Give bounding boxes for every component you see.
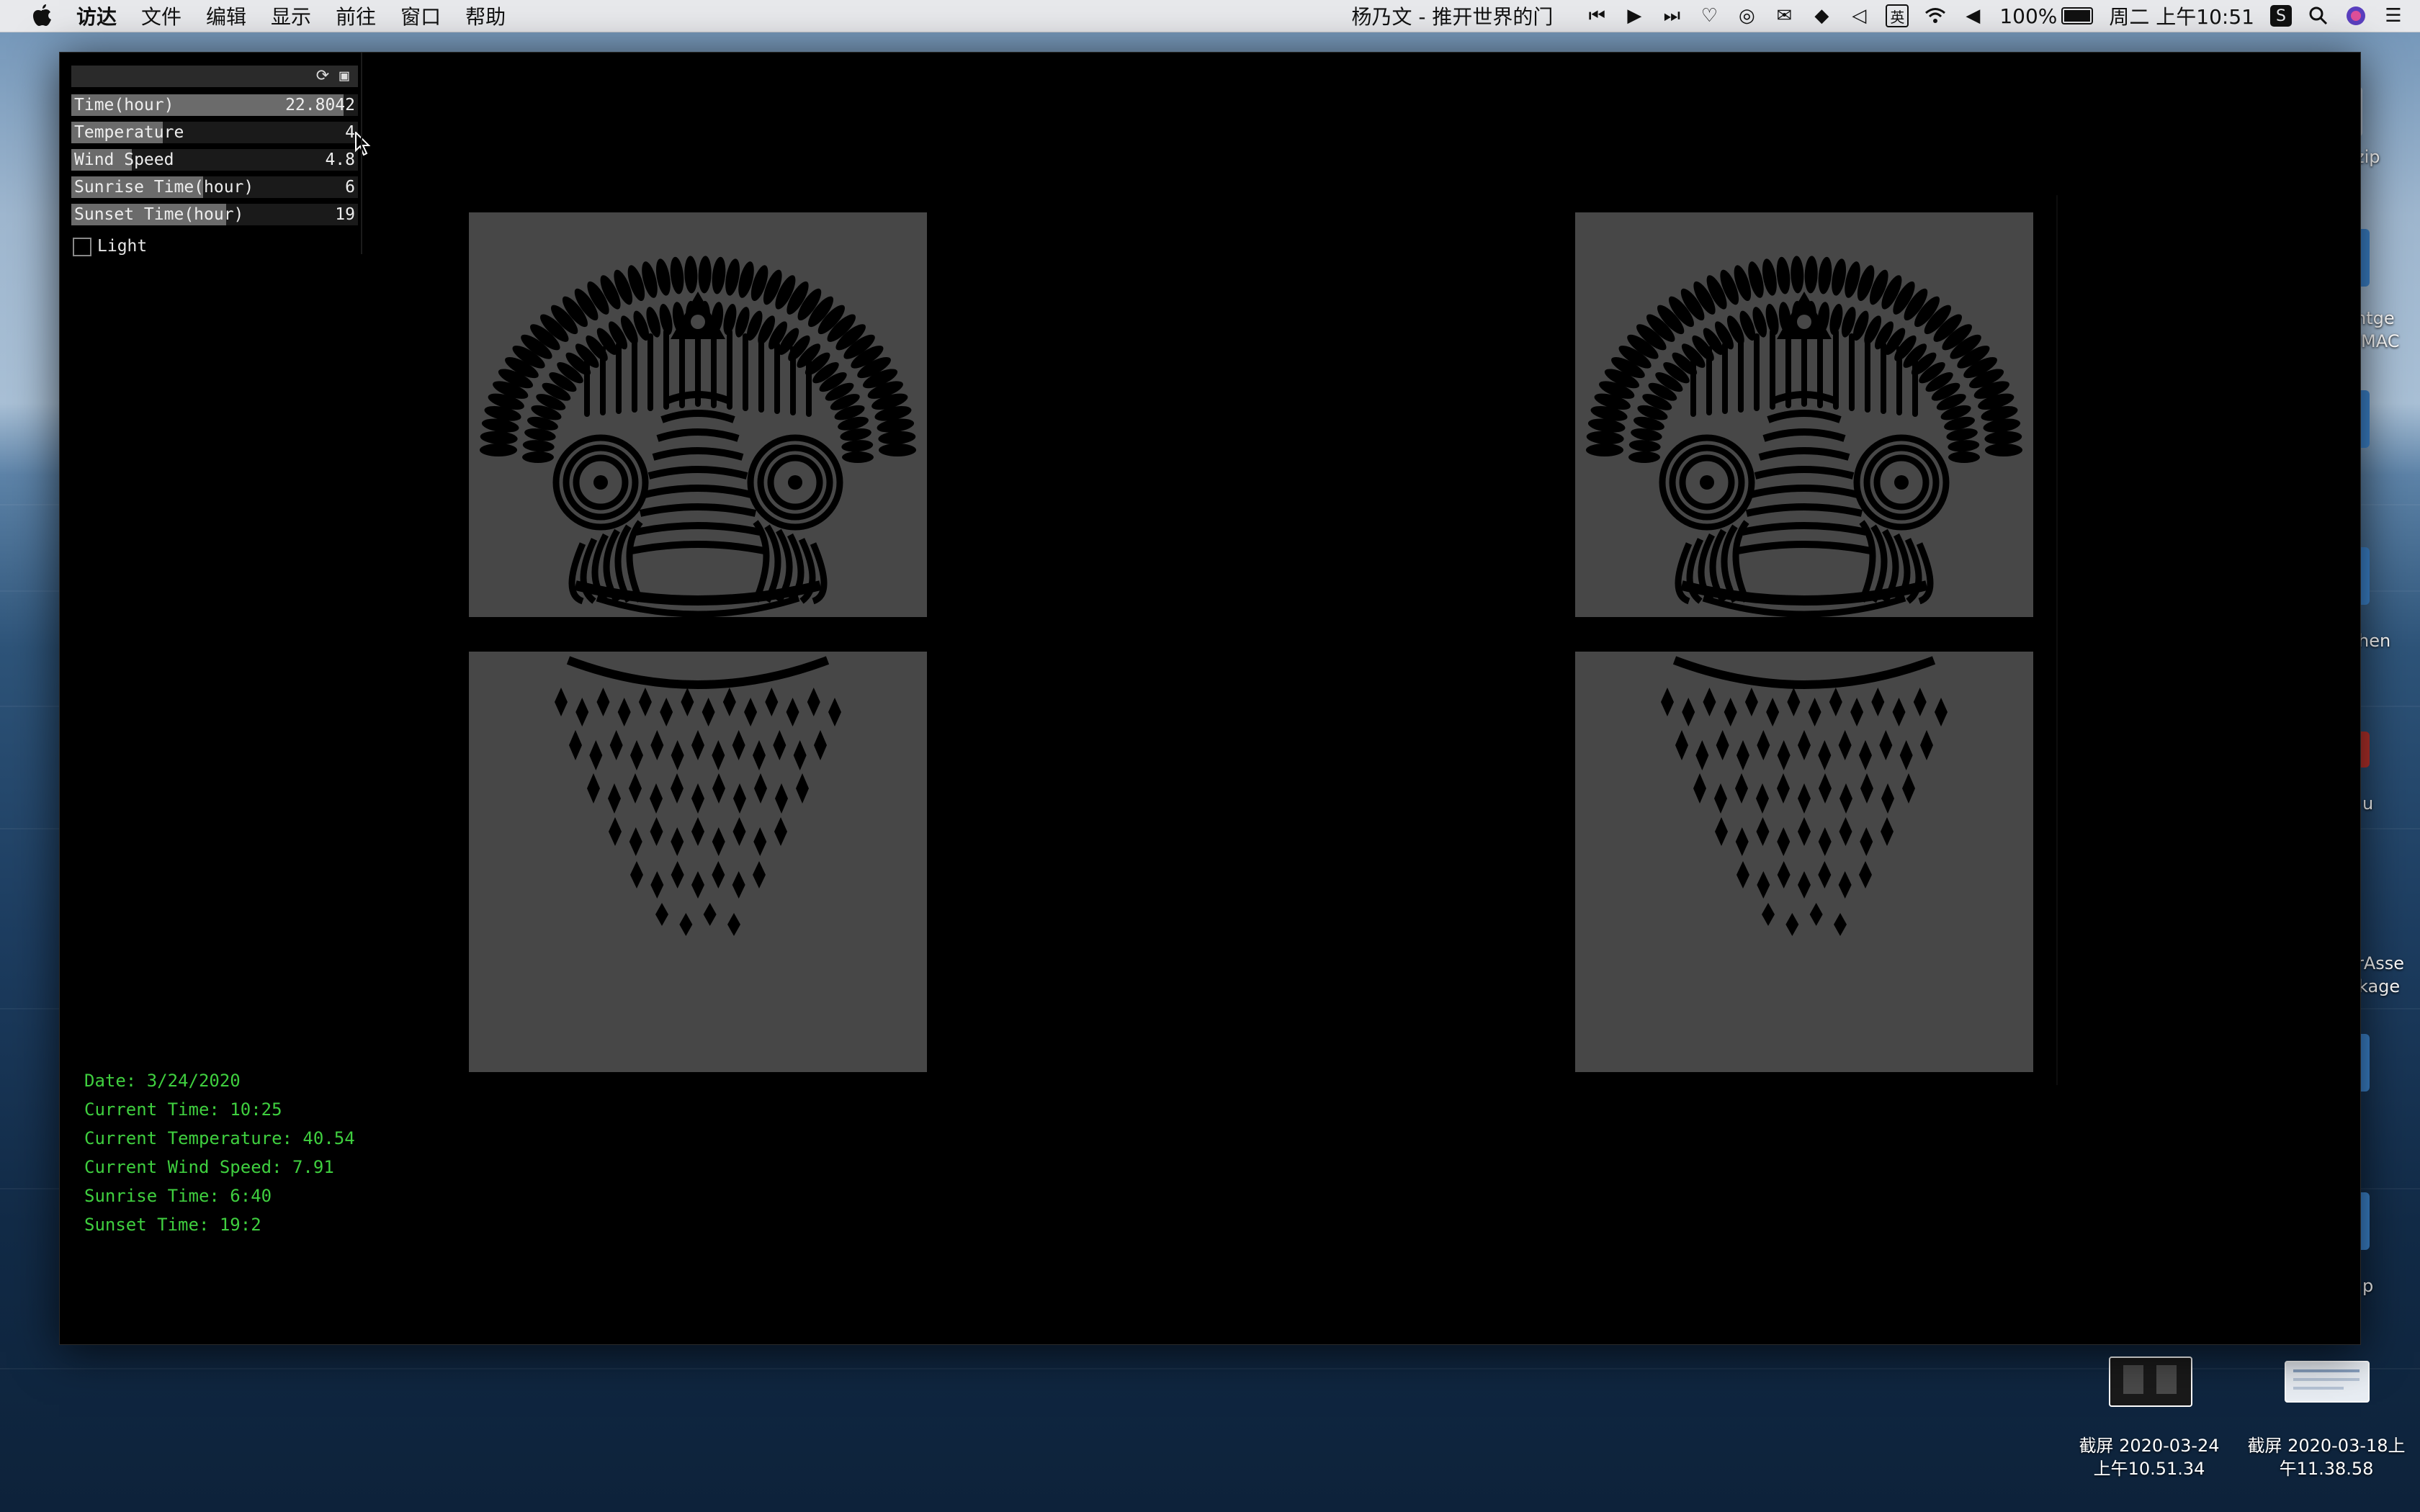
tapestry-panel-right	[1575, 212, 2033, 1072]
status-area: 杨乃文 - 推开世界的门 ⏮ ▶ ⏭ ♡ ◎ ✉ ◆ ◁ 英 ◀ 100% 周二…	[1351, 0, 2404, 32]
desktop-file-label[interactable]: ntge	[2355, 308, 2395, 328]
sogou-icon[interactable]: S	[2270, 5, 2292, 27]
battery-icon	[2061, 7, 2094, 24]
notification-center-icon[interactable]: ☰	[2383, 5, 2404, 27]
mouse-cursor-icon	[355, 132, 371, 156]
light-checkbox[interactable]	[73, 238, 91, 256]
info-current-temperature: Current Temperature: 40.54	[84, 1128, 355, 1148]
menu-edit[interactable]: 编辑	[206, 1, 246, 30]
tapestry-panel-left	[469, 212, 927, 1072]
vscode-icon[interactable]: ◁	[1848, 5, 1870, 27]
face-pattern-art	[1575, 256, 2033, 936]
menu-help[interactable]: 帮助	[465, 1, 506, 30]
desktop-file-label[interactable]: u	[2362, 793, 2373, 814]
menu-go[interactable]: 前往	[336, 1, 376, 30]
face-pattern-art	[469, 256, 927, 936]
slider-label: Wind Speed	[74, 150, 174, 169]
panel-divider	[361, 53, 362, 254]
search-icon[interactable]	[2308, 5, 2329, 27]
next-track-icon[interactable]: ⏭	[1661, 5, 1682, 27]
apple-menu-icon[interactable]	[27, 0, 56, 32]
panel-header[interactable]: ⟳ ▣	[71, 66, 358, 87]
siri-icon[interactable]	[2345, 5, 2367, 27]
slider-label: Time(hour)	[74, 96, 174, 114]
light-toggle-label: Light	[97, 237, 148, 256]
info-sunrise-time: Sunrise Time: 6:40	[84, 1186, 272, 1206]
screenshot-thumbnail[interactable]	[2285, 1361, 2370, 1403]
slider-label: Temperature	[74, 123, 184, 142]
play-icon[interactable]: ▶	[1623, 5, 1645, 27]
now-playing-text[interactable]: 杨乃文 - 推开世界的门	[1351, 1, 1553, 30]
menu-window[interactable]: 窗口	[400, 1, 441, 30]
screenshot-filename[interactable]: 截屏 2020-03-18上 午11.38.58	[2240, 1434, 2413, 1480]
parameter-panel: ⟳ ▣ Time(hour) 22.8042 Temperature 4 Win…	[71, 66, 371, 261]
slider-sunset-time[interactable]: Sunset Time(hour) 19	[71, 202, 358, 227]
reset-icon[interactable]: ⟳	[313, 67, 332, 86]
wifi-icon[interactable]	[1924, 5, 1946, 27]
netease-music-icon[interactable]: ◎	[1736, 5, 1757, 27]
menu-file[interactable]: 文件	[141, 1, 182, 30]
screenshot-filename[interactable]: 截屏 2020-03-24 上午10.51.34	[2069, 1434, 2230, 1480]
volume-icon[interactable]: ◀	[1962, 5, 1984, 27]
menu-clock[interactable]: 周二 上午10:51	[2109, 1, 2254, 30]
info-current-wind-speed: Current Wind Speed: 7.91	[84, 1157, 334, 1177]
light-toggle[interactable]: Light	[71, 234, 358, 258]
dropbox-icon[interactable]: ◆	[1811, 5, 1832, 27]
menu-app-finder[interactable]: 访达	[76, 1, 117, 30]
slider-value: 6	[345, 178, 355, 197]
screenshot-thumbnail[interactable]	[2109, 1356, 2192, 1407]
desktop-file-label[interactable]: kage	[2358, 976, 2400, 996]
sketch-window[interactable]: ⟳ ▣ Time(hour) 22.8042 Temperature 4 Win…	[59, 52, 2361, 1345]
menu-bar: 访达 文件 编辑 显示 前往 窗口 帮助 杨乃文 - 推开世界的门 ⏮ ▶ ⏭ …	[0, 0, 2420, 32]
battery-status[interactable]: 100%	[1999, 4, 2094, 28]
slider-value: 4.8	[325, 150, 355, 169]
panel-shadow-line	[2056, 195, 2058, 1085]
slider-value: 19	[335, 205, 355, 224]
desktop-file-label[interactable]: p	[2362, 1276, 2373, 1296]
slider-label: Sunset Time(hour)	[74, 205, 244, 224]
previous-track-icon[interactable]: ⏮	[1586, 5, 1608, 27]
environment-info: Date: 3/24/2020 Current Time: 10:25 Curr…	[84, 1066, 355, 1239]
battery-percent: 100%	[1999, 4, 2058, 28]
slider-temperature[interactable]: Temperature 4	[71, 120, 358, 145]
slider-wind-speed[interactable]: Wind Speed 4.8	[71, 148, 358, 172]
slider-value: 22.8042	[285, 96, 355, 114]
slider-value: 4	[345, 123, 355, 142]
desktop-file-label[interactable]: rAsse	[2357, 953, 2404, 973]
info-current-time: Current Time: 10:25	[84, 1099, 282, 1120]
desktop-file-label[interactable]: hen	[2358, 631, 2390, 651]
save-icon[interactable]: ▣	[335, 67, 354, 86]
slider-label: Sunrise Time(hour)	[74, 178, 254, 197]
slider-time-hour[interactable]: Time(hour) 22.8042	[71, 93, 358, 117]
desktop-file-label[interactable]: MAC	[2361, 331, 2399, 351]
heart-icon[interactable]: ♡	[1698, 5, 1720, 27]
input-method-icon[interactable]: 英	[1886, 4, 1909, 27]
info-date: Date: 3/24/2020	[84, 1071, 241, 1091]
wechat-icon[interactable]: ✉	[1773, 5, 1795, 27]
info-sunset-time: Sunset Time: 19:2	[84, 1215, 261, 1235]
menu-view[interactable]: 显示	[271, 1, 311, 30]
slider-sunrise-time[interactable]: Sunrise Time(hour) 6	[71, 175, 358, 199]
